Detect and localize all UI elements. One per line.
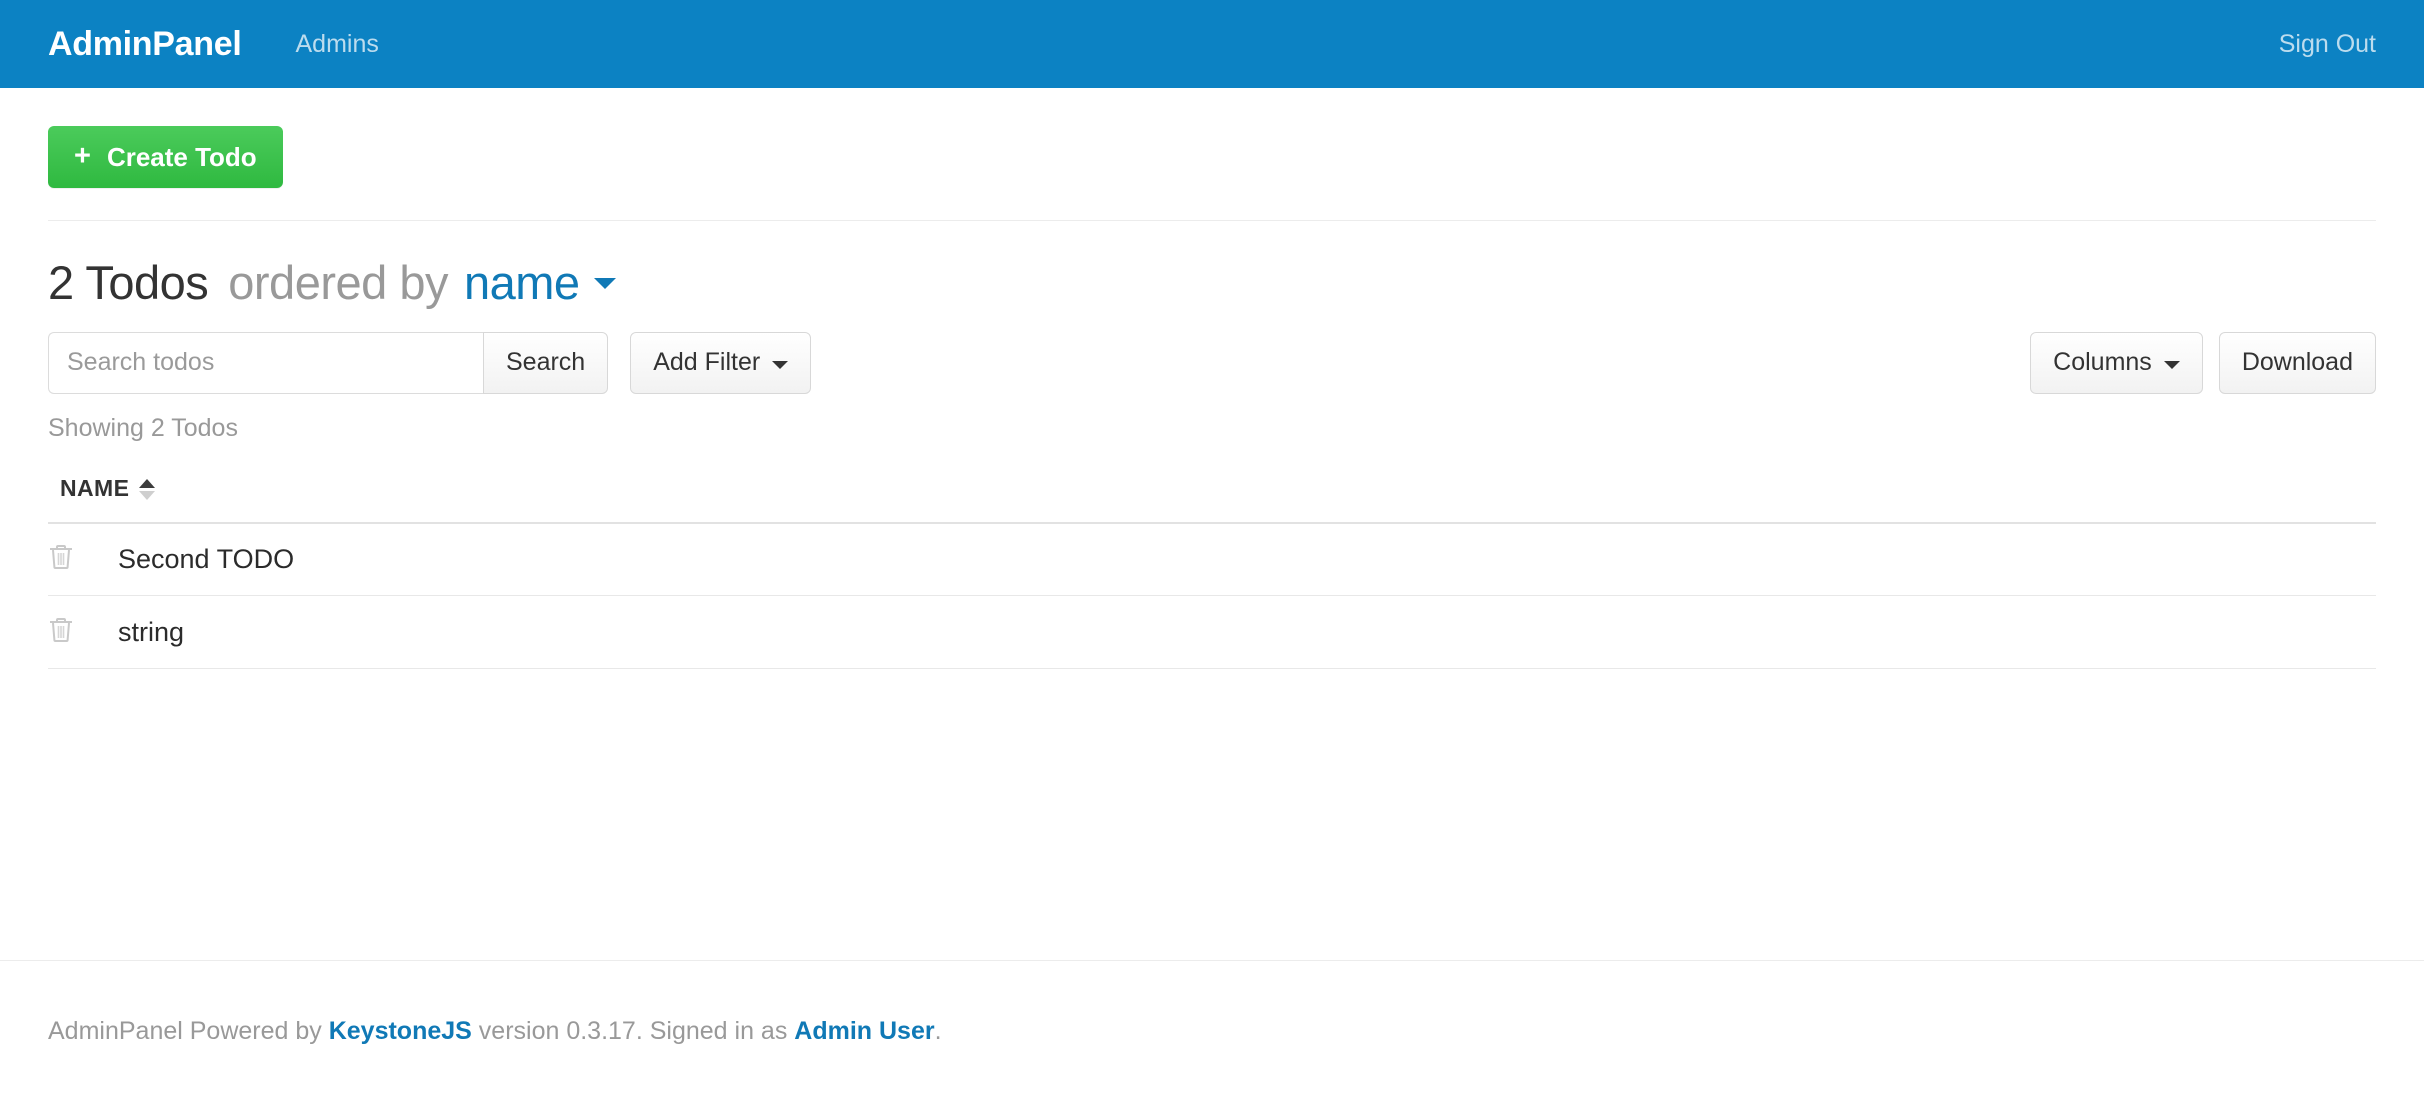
filters-row: Search Add Filter Columns Download xyxy=(48,331,2376,394)
plus-icon: + xyxy=(74,139,91,172)
top-navbar: AdminPanel Admins Sign Out xyxy=(0,0,2424,88)
nav-item-admins[interactable]: Admins xyxy=(295,31,378,57)
add-filter-label: Add Filter xyxy=(653,348,761,377)
search-group: Search xyxy=(48,331,630,394)
admin-panel-page: AdminPanel Admins Sign Out + Create Todo… xyxy=(0,0,2424,1094)
columns-button[interactable]: Columns xyxy=(2030,331,2203,394)
sort-asc-arrow-icon xyxy=(139,478,156,488)
sort-desc-arrow-icon xyxy=(139,490,156,500)
list-count: 2 Todos xyxy=(48,256,209,309)
keystonejs-link[interactable]: KeystoneJS xyxy=(329,1017,472,1045)
admin-user-link[interactable]: Admin User xyxy=(794,1017,934,1045)
chevron-down-icon[interactable] xyxy=(593,278,616,289)
create-todo-label: Create Todo xyxy=(106,142,257,172)
sort-name-control[interactable]: NAME xyxy=(60,474,156,502)
table-header-row: NAME xyxy=(48,474,2376,524)
page-footer: AdminPanel Powered by KeystoneJS version… xyxy=(0,960,2424,1044)
footer-version: version 0.3.17. Signed in as xyxy=(471,1017,795,1045)
create-toolbar: + Create Todo xyxy=(48,88,2376,188)
table-row[interactable]: Second TODO xyxy=(48,522,2376,597)
table-body: Second TODO string xyxy=(48,522,2376,670)
todos-table: NAME Second TODO string xyxy=(48,474,2376,670)
create-todo-button[interactable]: + Create Todo xyxy=(48,126,283,188)
row-name-cell: string xyxy=(104,595,2376,670)
trash-icon[interactable] xyxy=(48,543,74,571)
brand-logo[interactable]: AdminPanel xyxy=(48,27,242,61)
content-container: + Create Todo 2 Todos ordered by name Se… xyxy=(0,88,2424,670)
footer-prefix: AdminPanel Powered by xyxy=(48,1017,329,1045)
footer-suffix: . xyxy=(934,1017,942,1045)
row-name-cell: Second TODO xyxy=(104,522,2376,597)
column-header-name[interactable]: NAME xyxy=(48,474,2376,524)
table-head: NAME xyxy=(48,474,2376,524)
chevron-down-icon xyxy=(772,360,789,369)
footer-text: AdminPanel Powered by KeystoneJS version… xyxy=(48,1019,2376,1044)
search-button[interactable]: Search xyxy=(483,331,609,394)
column-header-label: NAME xyxy=(60,474,130,501)
trash-icon[interactable] xyxy=(48,616,74,644)
row-delete-cell xyxy=(48,522,104,597)
sign-out-link[interactable]: Sign Out xyxy=(2279,31,2376,57)
navbar-inner: AdminPanel Admins Sign Out xyxy=(0,0,2424,88)
add-filter-button[interactable]: Add Filter xyxy=(630,331,812,394)
row-delete-cell xyxy=(48,595,104,670)
todo-name-link[interactable]: string xyxy=(104,617,184,647)
table-row[interactable]: string xyxy=(48,595,2376,670)
sort-field-link[interactable]: name xyxy=(464,256,580,310)
columns-label: Columns xyxy=(2053,348,2152,377)
page-title: 2 Todos ordered by name xyxy=(48,221,2376,310)
filters-right-group: Columns Download xyxy=(2030,331,2376,394)
download-button[interactable]: Download xyxy=(2218,331,2376,394)
search-input[interactable] xyxy=(48,331,483,394)
navbar-right: Sign Out xyxy=(2279,31,2376,57)
todo-name-link[interactable]: Second TODO xyxy=(104,544,294,574)
ordered-by-label: ordered by xyxy=(228,256,448,309)
main-content: + Create Todo 2 Todos ordered by name Se… xyxy=(0,88,2424,670)
chevron-down-icon xyxy=(2163,360,2180,369)
showing-count: Showing 2 Todos xyxy=(48,413,238,442)
sort-updown-icon xyxy=(139,478,156,500)
